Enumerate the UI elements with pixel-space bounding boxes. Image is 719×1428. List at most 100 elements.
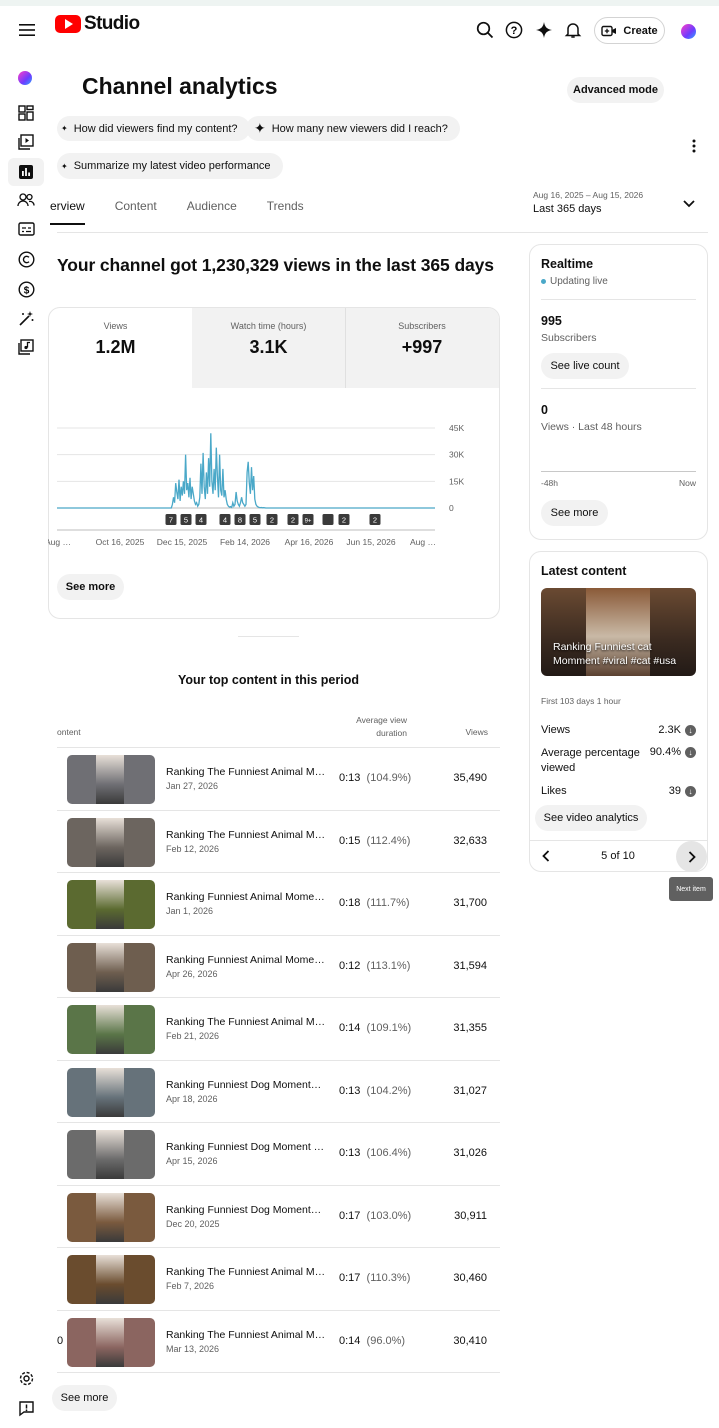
- prompt-chip-new-viewers[interactable]: ✦ How many new viewers did I reach?: [246, 116, 460, 141]
- info-icon[interactable]: ↓: [685, 724, 696, 736]
- table-row[interactable]: Ranking The Funniest Animal Mo... Feb 12,…: [57, 809, 500, 872]
- video-title[interactable]: Ranking Funniest Animal Momen...: [166, 954, 326, 966]
- table-row[interactable]: Ranking The Funniest Animal Mo... Feb 7, …: [57, 1247, 500, 1309]
- date-range-selector[interactable]: Aug 16, 2025 – Aug 15, 2026 Last 365 day…: [533, 190, 708, 224]
- views-line-chart[interactable]: 45K 30K 15K 0 7 5 4 4 8 5 2 2 9+ 2 2 Aug … Oct 16, 2025 D…: [48, 410, 500, 555]
- search-icon[interactable]: [475, 20, 495, 40]
- views-value: 31,700: [453, 897, 487, 909]
- more-options-icon[interactable]: [686, 137, 702, 155]
- see-live-count-button[interactable]: See live count: [541, 353, 629, 379]
- latest-stat-avg-pct: Average percentage viewed 90.4% ↓: [541, 746, 696, 776]
- realtime-views-value: 0: [541, 403, 548, 417]
- realtime-subs-label: Subscribers: [541, 332, 597, 344]
- video-title[interactable]: Ranking Funniest Dog Moments ...: [166, 1204, 326, 1216]
- menu-icon[interactable]: [17, 20, 37, 40]
- analytics-icon[interactable]: [8, 158, 44, 186]
- tab-overview[interactable]: erview: [50, 199, 85, 225]
- video-title[interactable]: Ranking Funniest Dog Moment #...: [166, 1141, 326, 1153]
- video-title[interactable]: Ranking The Funniest Animal Mo...: [166, 829, 326, 841]
- thumbnail-frame: [96, 755, 124, 804]
- avg-view-duration: 0:17 (110.3%): [339, 1272, 410, 1284]
- table-row[interactable]: Ranking Funniest Dog Moment #... Apr 15, …: [57, 1122, 500, 1184]
- video-title[interactable]: Ranking The Funniest Animal Mo...: [166, 1016, 326, 1028]
- latest-video-title: Ranking Funniest cat Momment #viral #cat…: [553, 641, 677, 667]
- top-content-see-more-button[interactable]: See more: [52, 1385, 117, 1411]
- customization-wand-icon[interactable]: [14, 306, 38, 330]
- video-thumbnail[interactable]: [67, 817, 155, 867]
- video-date: Apr 15, 2026: [166, 1156, 218, 1166]
- duration-value: 0:14: [339, 1022, 361, 1034]
- prompt-label: How did viewers find my content?: [73, 122, 238, 135]
- video-thumbnail[interactable]: [67, 880, 155, 929]
- earn-icon[interactable]: $: [14, 277, 38, 301]
- thumbnail-frame: [96, 942, 124, 992]
- video-thumbnail[interactable]: [67, 1317, 155, 1367]
- realtime-see-more-button[interactable]: See more: [541, 500, 608, 526]
- advanced-mode-button[interactable]: Advanced mode: [567, 77, 664, 103]
- tabs-divider: [57, 232, 708, 233]
- previous-item-chevron-icon[interactable]: [536, 846, 556, 866]
- y-tick-label: 15K: [449, 476, 464, 486]
- metric-watch-time[interactable]: Watch time (hours) 3.1K: [192, 308, 345, 388]
- settings-gear-icon[interactable]: [14, 1366, 38, 1390]
- table-row[interactable]: Ranking The Funniest Animal Mo... Feb 21,…: [57, 997, 500, 1059]
- info-icon[interactable]: ↓: [685, 746, 696, 758]
- tab-content[interactable]: Content: [115, 199, 157, 225]
- prompt-chip-summary[interactable]: ✦ Summarize my latest video performance: [57, 153, 283, 179]
- table-row[interactable]: Ranking Funniest Animal Momen... Apr 26, …: [57, 934, 500, 997]
- divider: [529, 840, 708, 841]
- video-title[interactable]: Ranking Funniest Dog Moments#...: [166, 1079, 326, 1091]
- views-headline: Your channel got 1,230,329 views in the …: [57, 255, 494, 275]
- see-video-analytics-button[interactable]: See video analytics: [535, 805, 647, 831]
- prompt-label: Summarize my latest video performance: [73, 160, 271, 172]
- video-date: Jan 1, 2026: [166, 906, 214, 916]
- video-thumbnail[interactable]: [67, 1130, 155, 1179]
- tab-trends[interactable]: Trends: [267, 199, 304, 225]
- audio-library-icon[interactable]: [14, 335, 38, 359]
- duration-value: 0:15: [339, 834, 361, 847]
- table-row[interactable]: Ranking Funniest Dog Moments#... Apr 18, …: [57, 1059, 500, 1122]
- studio-logo[interactable]: Studio: [55, 13, 140, 35]
- create-button[interactable]: Create: [594, 17, 665, 44]
- duration-percent: (111.7%): [366, 897, 410, 909]
- video-thumbnail[interactable]: [67, 755, 155, 804]
- video-title[interactable]: Ranking The Funniest Animal Mo...: [166, 766, 326, 778]
- sparkle-icon: ✦: [254, 120, 266, 136]
- duration-percent: (109.1%): [366, 1022, 412, 1034]
- help-icon[interactable]: ?: [504, 20, 524, 40]
- feedback-icon[interactable]: [14, 1396, 38, 1420]
- account-avatar[interactable]: [681, 24, 696, 39]
- video-thumbnail[interactable]: [67, 1067, 155, 1117]
- video-thumbnail[interactable]: [67, 1192, 155, 1242]
- prompt-chip-traffic[interactable]: ✦ How did viewers find my content?: [57, 116, 250, 141]
- subtitles-icon[interactable]: [14, 217, 38, 241]
- latest-stat-views: Views 2.3K ↓: [541, 724, 696, 736]
- video-title[interactable]: Ranking Funniest Animal Momen...: [166, 891, 326, 903]
- table-row[interactable]: Ranking Funniest Animal Momen... Jan 1, 2…: [57, 872, 500, 934]
- next-item-chevron-icon[interactable]: [676, 841, 707, 872]
- tab-audience[interactable]: Audience: [187, 199, 237, 225]
- sparkle-icon[interactable]: [534, 20, 554, 40]
- channel-avatar[interactable]: [18, 71, 32, 85]
- notifications-bell-icon[interactable]: [563, 20, 583, 40]
- video-thumbnail[interactable]: [67, 1005, 155, 1054]
- video-title[interactable]: Ranking The Funniest Animal Mo...: [166, 1329, 326, 1341]
- metric-views[interactable]: Views 1.2M: [48, 308, 183, 388]
- table-row[interactable]: Ranking The Funniest Animal Mo... Jan 27,…: [57, 747, 500, 809]
- video-thumbnail[interactable]: [67, 1255, 155, 1304]
- table-row[interactable]: 0 Ranking The Funniest Animal Mo... Mar 13…: [57, 1309, 500, 1372]
- thumbnail-frame: [96, 1317, 124, 1367]
- copyright-icon[interactable]: [14, 247, 38, 271]
- video-title[interactable]: Ranking The Funniest Animal Mo...: [166, 1266, 326, 1278]
- table-row[interactable]: Ranking Funniest Dog Moments ... Dec 20, …: [57, 1184, 500, 1247]
- dashboard-icon[interactable]: [14, 101, 38, 125]
- info-icon[interactable]: ↓: [685, 785, 696, 797]
- latest-video-thumbnail[interactable]: Ranking Funniest cat Momment #viral #cat…: [541, 588, 696, 676]
- overview-see-more-button[interactable]: See more: [57, 574, 124, 600]
- live-dot-icon: [541, 279, 546, 284]
- thumbnail-frame: [96, 817, 124, 867]
- content-icon[interactable]: [14, 130, 38, 154]
- metric-subscribers[interactable]: Subscribers +997: [345, 308, 499, 388]
- community-icon[interactable]: [14, 188, 38, 212]
- video-thumbnail[interactable]: [67, 942, 155, 992]
